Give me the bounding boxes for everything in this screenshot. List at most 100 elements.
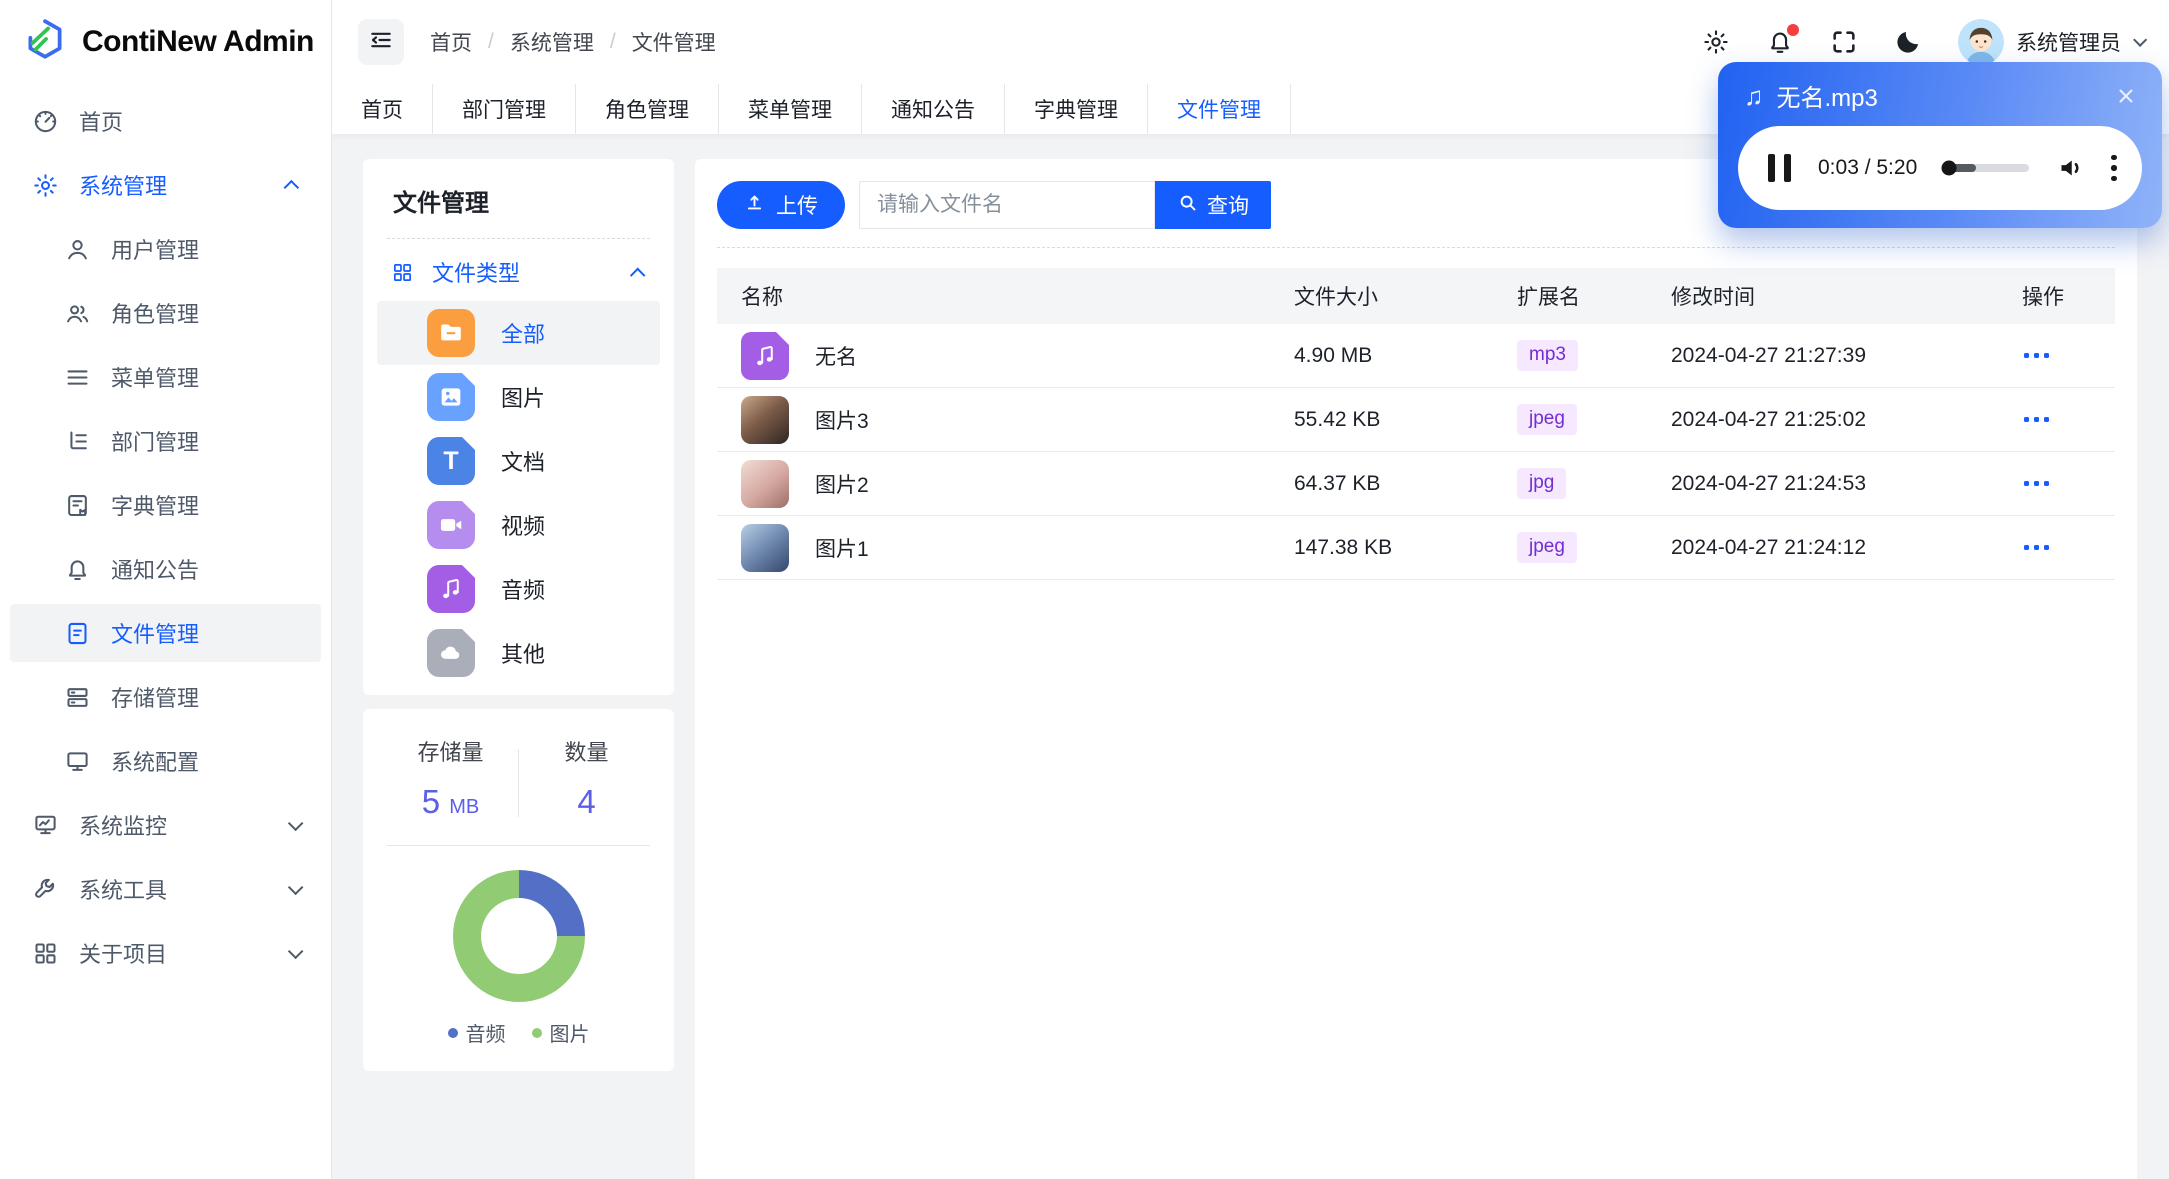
file-name: 图片1 xyxy=(815,537,869,561)
tab-file[interactable]: 文件管理 xyxy=(1148,84,1291,134)
page-fold xyxy=(462,501,475,514)
moon-icon xyxy=(1894,28,1922,56)
cell-time: 2024-04-27 21:24:12 xyxy=(1671,535,1866,559)
file-type-other[interactable]: 其他 xyxy=(377,621,660,685)
chevron-down-icon xyxy=(287,879,304,895)
sidebar-item-about-project[interactable]: 关于项目 xyxy=(10,924,321,982)
progress-bar[interactable] xyxy=(1941,160,2030,176)
breadcrumb-item[interactable]: 首页 xyxy=(430,27,472,57)
table-row[interactable]: 图片2 64.37 KB jpg 2024-04-27 21:24:53 xyxy=(717,452,2115,516)
breadcrumb: 首页 / 系统管理 / 文件管理 xyxy=(430,27,716,57)
storage-label: 存储量 xyxy=(417,740,484,765)
sidebar-item-storage-management[interactable]: 存储管理 xyxy=(10,668,321,726)
file-type-label: 其他 xyxy=(501,642,546,667)
tab-dept[interactable]: 部门管理 xyxy=(433,84,576,134)
volume-icon[interactable] xyxy=(2056,153,2086,183)
cell-size: 147.38 KB xyxy=(1294,535,1393,559)
sidebar: ContiNew Admin 首页系统管理用户管理角色管理菜单管理部门管理字典管… xyxy=(0,0,332,1179)
sidebar-item-system-tools[interactable]: 系统工具 xyxy=(10,860,321,918)
sidebar-item-role-management[interactable]: 角色管理 xyxy=(10,284,321,342)
fullscreen-icon xyxy=(1830,28,1858,56)
table-row[interactable]: 图片3 55.42 KB jpeg 2024-04-27 21:25:02 xyxy=(717,388,2115,452)
sidebar-item-system-management[interactable]: 系统管理 xyxy=(10,156,321,214)
cell-name: 图片1 xyxy=(717,523,1294,572)
file-type-image[interactable]: 图片 xyxy=(377,365,660,429)
cell-size: 64.37 KB xyxy=(1294,471,1381,495)
sidebar-item-system-monitor[interactable]: 系统监控 xyxy=(10,796,321,854)
close-icon[interactable] xyxy=(2114,84,2138,108)
theme-toggle-button[interactable] xyxy=(1894,28,1922,56)
tab-home[interactable]: 首页 xyxy=(332,84,433,134)
sidebar-nav: 首页系统管理用户管理角色管理菜单管理部门管理字典管理通知公告文件管理存储管理系统… xyxy=(0,84,331,982)
cell-ext: jpeg xyxy=(1517,404,1671,435)
row-actions-button[interactable] xyxy=(2022,411,2051,428)
table-row[interactable]: 无名 4.90 MB mp3 2024-04-27 21:27:39 xyxy=(717,324,2115,388)
row-actions-button[interactable] xyxy=(2022,475,2051,492)
avatar xyxy=(1958,19,2004,65)
breadcrumb-separator: / xyxy=(609,30,616,53)
progress-thumb[interactable] xyxy=(1941,160,1957,176)
sidebar-collapse-button[interactable] xyxy=(358,19,404,65)
tab-menu[interactable]: 菜单管理 xyxy=(719,84,862,134)
cell-name: 图片3 xyxy=(717,395,1294,444)
folder-file-icon xyxy=(427,309,475,357)
settings-button[interactable] xyxy=(1702,28,1730,56)
divider xyxy=(387,845,650,846)
user-menu[interactable]: 系统管理员 xyxy=(1958,19,2148,65)
file-type-label: 文档 xyxy=(501,450,546,475)
column-header: 文件大小 xyxy=(1294,286,1378,309)
sidebar-item-label: 通知公告 xyxy=(111,558,200,583)
file-type-video[interactable]: 视频 xyxy=(377,493,660,557)
breadcrumb-item[interactable]: 系统管理 xyxy=(510,27,594,57)
file-type-document[interactable]: T 文档 xyxy=(377,429,660,493)
chevron-down-icon xyxy=(287,943,304,959)
file-type-all[interactable]: 全部 xyxy=(377,301,660,365)
cell-name: 图片2 xyxy=(717,459,1294,508)
sidebar-item-dict-management[interactable]: 字典管理 xyxy=(10,476,321,534)
sidebar-item-menu-management[interactable]: 菜单管理 xyxy=(10,348,321,406)
upload-icon xyxy=(744,192,765,219)
count-stat: 数量 4 xyxy=(519,735,654,821)
sidebar-item-user-management[interactable]: 用户管理 xyxy=(10,220,321,278)
search-icon xyxy=(1177,192,1198,219)
tab-dict[interactable]: 字典管理 xyxy=(1005,84,1148,134)
topbar-actions: 系统管理员 xyxy=(1702,19,2148,65)
pause-button[interactable] xyxy=(1768,154,1791,182)
sidebar-item-dept-management[interactable]: 部门管理 xyxy=(10,412,321,470)
fullscreen-button[interactable] xyxy=(1830,28,1858,56)
file-type-audio[interactable]: 音频 xyxy=(377,557,660,621)
stats-row: 存储量 5 MB 数量 4 xyxy=(383,735,654,821)
breadcrumb-item[interactable]: 文件管理 xyxy=(632,27,716,57)
file-name: 图片2 xyxy=(815,473,869,497)
sidebar-item-home[interactable]: 首页 xyxy=(10,92,321,150)
row-actions-button[interactable] xyxy=(2022,539,2051,556)
tab-role[interactable]: 角色管理 xyxy=(576,84,719,134)
search-input[interactable] xyxy=(859,181,1155,229)
file-type-group-header[interactable]: 文件类型 xyxy=(377,243,660,301)
sidebar-item-notice[interactable]: 通知公告 xyxy=(10,540,321,598)
sidebar-item-system-config[interactable]: 系统配置 xyxy=(10,732,321,790)
upload-button[interactable]: 上传 xyxy=(717,181,845,229)
row-actions-button[interactable] xyxy=(2022,347,2051,364)
notifications-button[interactable] xyxy=(1766,24,1799,56)
brand[interactable]: ContiNew Admin xyxy=(0,0,331,84)
legend-label: 音频 xyxy=(465,1024,506,1046)
user-icon xyxy=(64,236,91,263)
audio-player-header: ♫ 无名.mp3 xyxy=(1718,62,2162,113)
more-options-button[interactable] xyxy=(2111,154,2117,182)
brand-name: ContiNew Admin xyxy=(82,25,314,58)
sidebar-item-label: 系统工具 xyxy=(79,878,168,903)
cell-actions xyxy=(2014,475,2115,492)
query-button[interactable]: 查询 xyxy=(1155,181,1271,229)
grid-icon xyxy=(391,261,414,284)
count-value: 4 xyxy=(577,783,596,820)
page-fold xyxy=(462,373,475,386)
table-row[interactable]: 图片1 147.38 KB jpeg 2024-04-27 21:24:12 xyxy=(717,516,2115,580)
file-list-panel: 上传 查询 名称 文件大小 扩展名 修改时间 操作 无名 4.90 MB mp3 2024-0… xyxy=(695,159,2137,1179)
sidebar-item-file-management[interactable]: 文件管理 xyxy=(10,604,321,662)
cell-name: 无名 xyxy=(717,331,1294,380)
table-header: 名称 文件大小 扩展名 修改时间 操作 xyxy=(717,268,2115,324)
sidebar-item-label: 部门管理 xyxy=(111,430,200,455)
tab-notice[interactable]: 通知公告 xyxy=(862,84,1005,134)
image-thumbnail xyxy=(741,459,789,508)
